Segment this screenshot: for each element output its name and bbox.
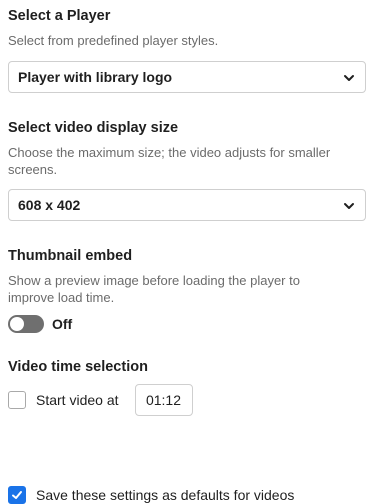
thumbnail-toggle-label: Off xyxy=(52,316,73,332)
time-selection-heading: Video time selection xyxy=(8,359,148,375)
thumbnail-description: Show a preview image before loading the … xyxy=(8,273,300,305)
chevron-down-icon xyxy=(344,75,354,81)
start-time-input[interactable]: 01:12 xyxy=(134,384,193,416)
checkmark-icon xyxy=(12,491,22,499)
display-size-description: Choose the maximum size; the video adjus… xyxy=(8,145,331,177)
player-select-value: Player with library logo xyxy=(18,69,173,85)
display-size-section: Select video display size Choose the max… xyxy=(8,120,369,178)
chevron-down-icon xyxy=(344,203,354,209)
save-defaults-label: Save these settings as defaults for vide… xyxy=(36,487,295,503)
player-section: Select a Player Select from predefined p… xyxy=(8,8,369,49)
thumbnail-section: Thumbnail embed Show a preview image bef… xyxy=(8,248,369,306)
player-description: Select from predefined player styles. xyxy=(8,33,219,48)
save-defaults-checkbox[interactable] xyxy=(8,486,26,504)
thumbnail-toggle-row: Off xyxy=(8,314,72,334)
display-size-select-value: 608 x 402 xyxy=(18,197,81,213)
player-heading: Select a Player xyxy=(8,8,111,24)
display-size-select[interactable]: 608 x 402 xyxy=(8,189,366,221)
start-time-row: Start video at 01:12 xyxy=(8,384,193,416)
start-time-checkbox[interactable] xyxy=(8,391,26,409)
time-selection-section: Video time selection xyxy=(8,359,369,375)
thumbnail-toggle[interactable] xyxy=(8,315,44,333)
start-time-label: Start video at xyxy=(36,392,119,408)
toggle-knob xyxy=(10,317,24,331)
player-select[interactable]: Player with library logo xyxy=(8,61,366,93)
save-defaults-row: Save these settings as defaults for vide… xyxy=(8,486,294,504)
thumbnail-heading: Thumbnail embed xyxy=(8,248,133,264)
display-size-heading: Select video display size xyxy=(8,120,179,136)
